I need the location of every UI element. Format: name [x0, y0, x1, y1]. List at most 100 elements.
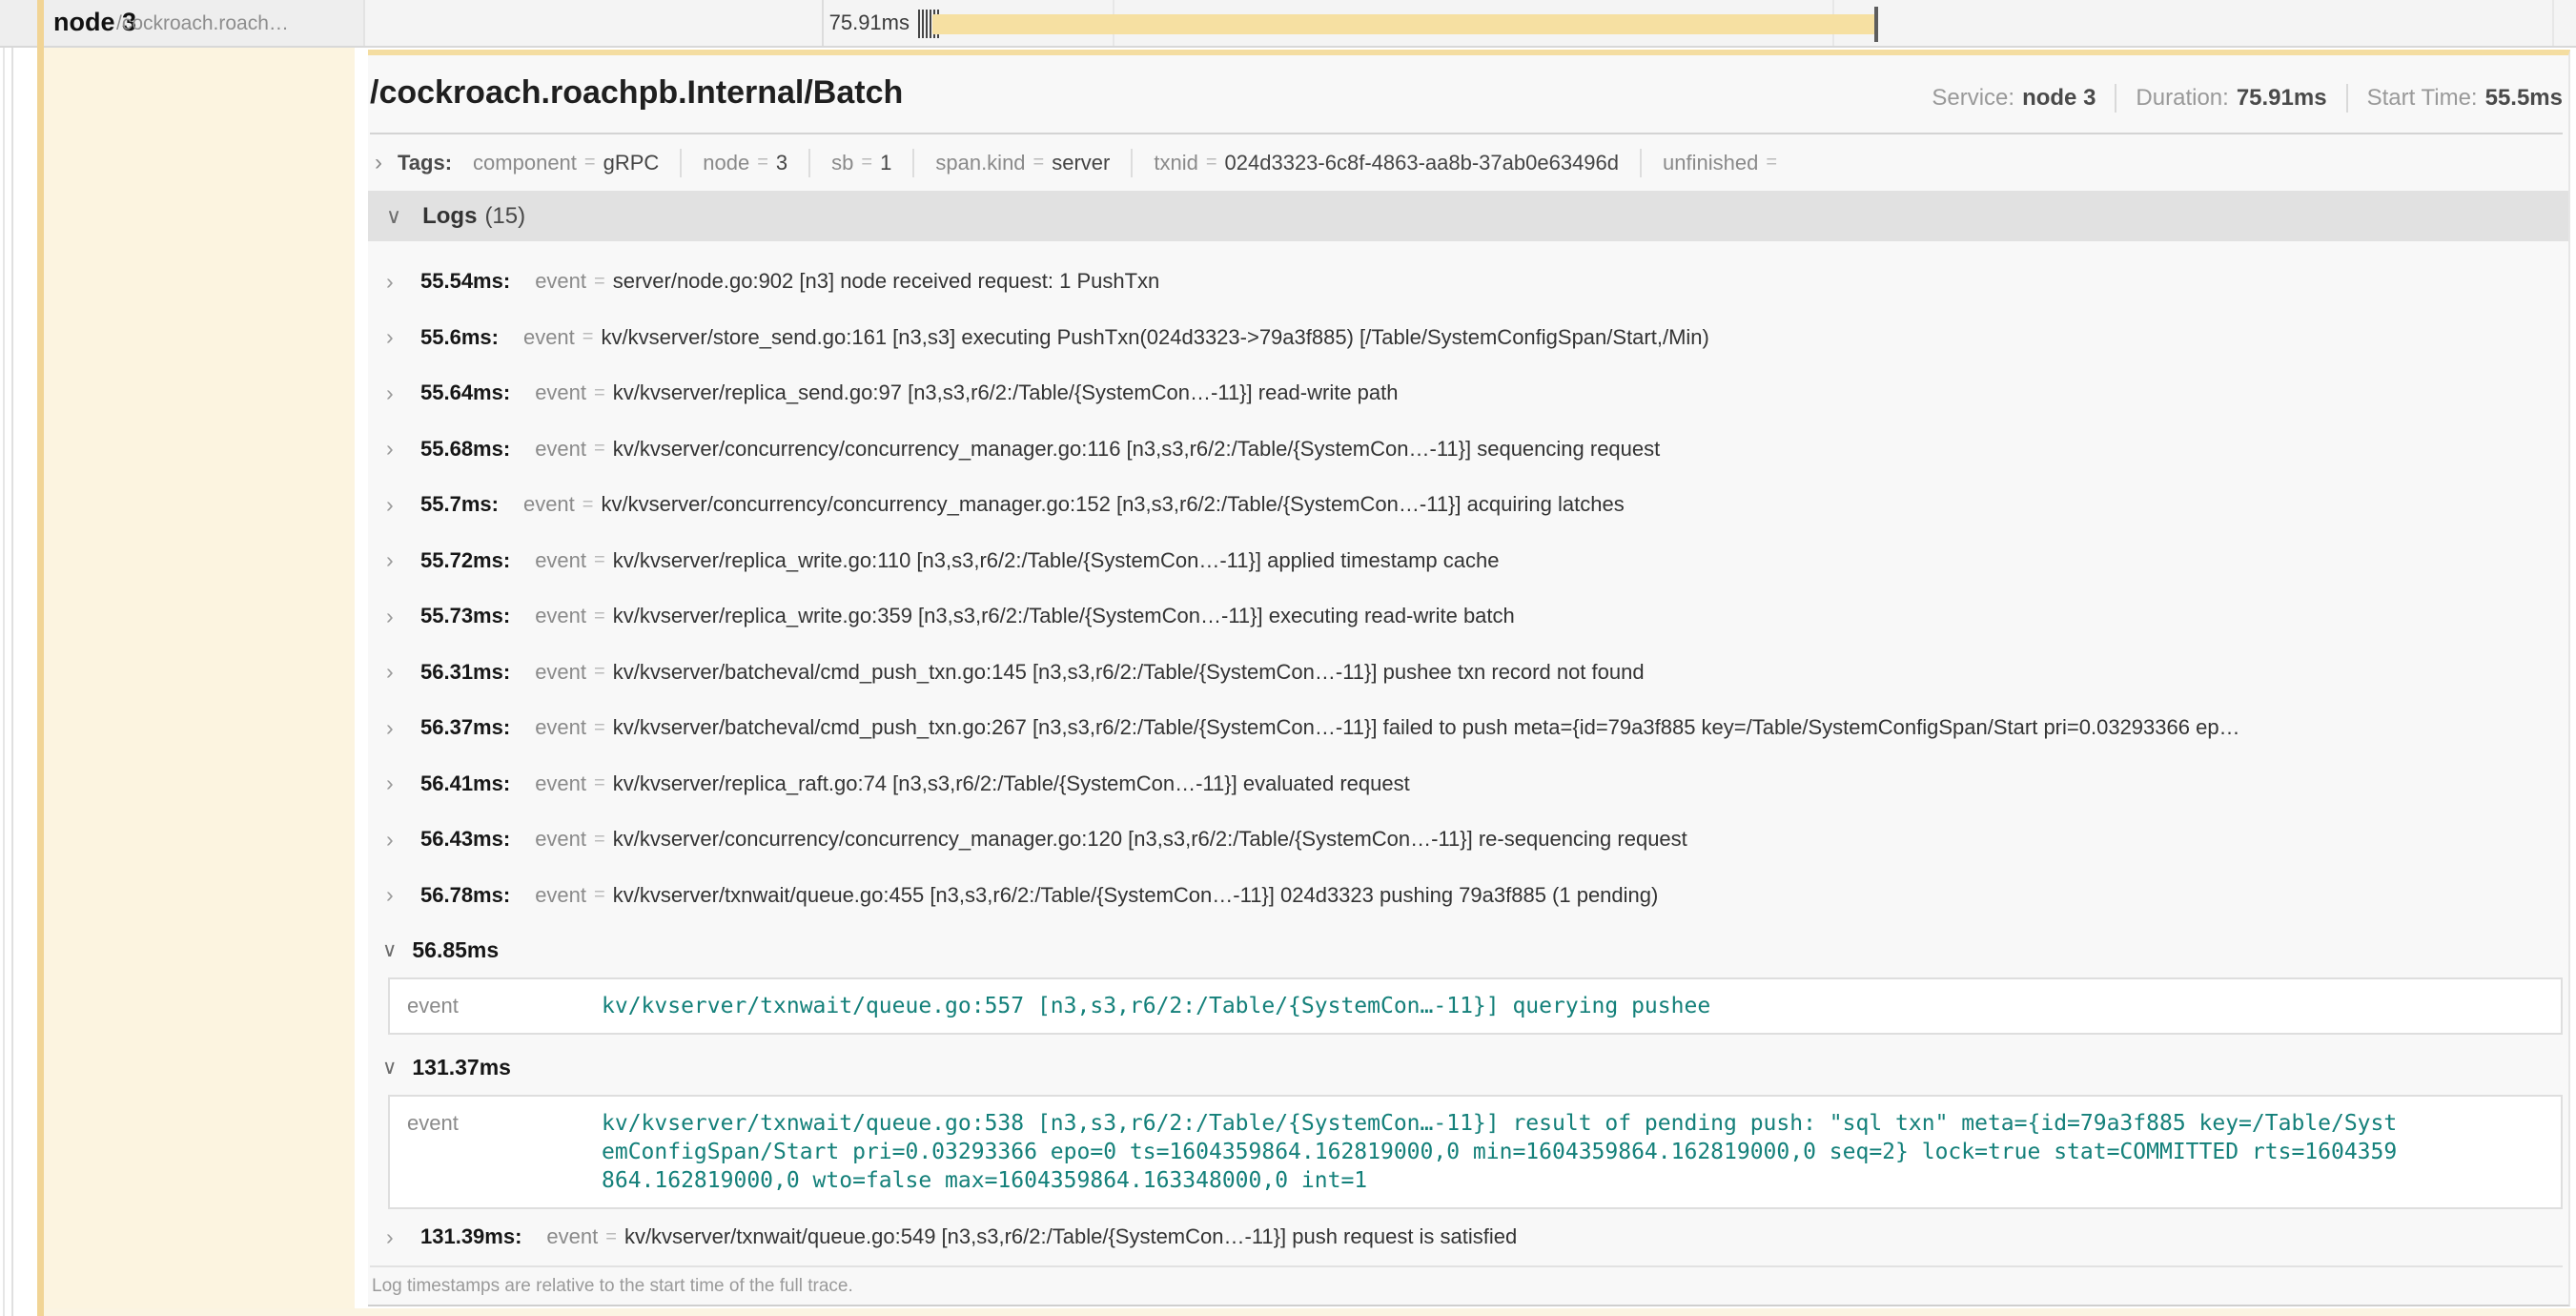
- equals-sign: =: [583, 494, 594, 516]
- duration-label: Duration:: [2136, 85, 2228, 112]
- span-overview: Service: node 3 Duration: 75.91ms Start …: [1932, 84, 2563, 113]
- next-row-edge: [44, 1308, 2576, 1316]
- tag-key: component: [473, 151, 577, 175]
- tags-accordian[interactable]: › Tags: component = gRPC node = 3 sb = 1…: [368, 134, 2568, 191]
- tag-key: txnid: [1154, 151, 1197, 175]
- equals-sign: =: [594, 271, 605, 293]
- log-row[interactable]: › 55.73ms: event = kv/kvserver/replica_w…: [368, 588, 2568, 645]
- log-row-expanded-header[interactable]: ∨ 131.37ms: [368, 1040, 2568, 1095]
- log-key: event: [523, 325, 575, 350]
- tag-key: span.kind: [935, 151, 1025, 175]
- log-row[interactable]: › 56.78ms: event = kv/kvserver/txnwait/q…: [368, 868, 2568, 924]
- log-row[interactable]: › 131.39ms: event = kv/kvserver/txnwait/…: [368, 1209, 2568, 1265]
- log-row[interactable]: › 55.6ms: event = kv/kvserver/store_send…: [368, 310, 2568, 366]
- chevron-right-icon[interactable]: ›: [375, 150, 382, 176]
- column-resizer[interactable]: [822, 0, 824, 46]
- log-row[interactable]: › 56.37ms: event = kv/kvserver/batcheval…: [368, 700, 2568, 756]
- divider: [808, 149, 810, 177]
- chevron-right-icon[interactable]: ›: [386, 715, 399, 741]
- log-key: event: [535, 437, 586, 462]
- chevron-right-icon[interactable]: ›: [386, 547, 399, 573]
- log-row[interactable]: › 55.54ms: event = server/node.go:902 [n…: [368, 254, 2568, 310]
- tree-guide-line: [3, 48, 5, 1316]
- log-timestamp: 131.39ms:: [420, 1224, 521, 1249]
- log-key: event: [546, 1224, 598, 1249]
- timeline-gridline: [2552, 0, 2554, 46]
- chevron-right-icon[interactable]: ›: [386, 269, 399, 295]
- log-row[interactable]: › 55.7ms: event = kv/kvserver/concurrenc…: [368, 477, 2568, 533]
- log-value: kv/kvserver/concurrency/concurrency_mana…: [613, 437, 1661, 462]
- log-row[interactable]: › 56.43ms: event = kv/kvserver/concurren…: [368, 812, 2568, 868]
- span-detail-header: /cockroach.roachpb.Internal/Batch Servic…: [370, 55, 2563, 134]
- chevron-right-icon[interactable]: ›: [386, 380, 399, 406]
- log-key: event: [535, 660, 586, 685]
- equals-sign: =: [861, 152, 872, 174]
- log-timestamp: 55.7ms:: [420, 492, 499, 517]
- divider: [912, 149, 914, 177]
- tag-item: span.kind = server: [935, 151, 1110, 175]
- tag-value: 024d3323-6c8f-4863-aa8b-37ab0e63496d: [1225, 151, 1619, 175]
- log-timestamp: 55.6ms:: [420, 325, 499, 350]
- equals-sign: =: [1033, 152, 1045, 174]
- tag-item: txnid = 024d3323-6c8f-4863-aa8b-37ab0e63…: [1154, 151, 1619, 175]
- log-timestamp: 55.54ms:: [420, 269, 510, 294]
- log-timestamp: 56.31ms:: [420, 660, 510, 685]
- log-timestamp: 56.37ms:: [420, 715, 510, 740]
- chevron-right-icon[interactable]: ›: [386, 324, 399, 350]
- chevron-right-icon[interactable]: ›: [386, 436, 399, 462]
- equals-sign: =: [1766, 152, 1777, 174]
- logs-accordian-header[interactable]: ∨ Logs (15): [368, 191, 2568, 241]
- log-timestamp: 56.78ms:: [420, 883, 510, 908]
- tag-value: gRPC: [603, 151, 660, 175]
- equals-sign: =: [594, 438, 605, 460]
- log-value-monospace[interactable]: kv/kvserver/txnwait/queue.go:538 [n3,s3,…: [602, 1109, 2397, 1195]
- chevron-right-icon[interactable]: ›: [386, 771, 399, 796]
- equals-sign: =: [594, 772, 605, 794]
- tag-item: component = gRPC: [473, 151, 659, 175]
- start-time-value: 55.5ms: [2485, 85, 2563, 112]
- logs-footer-note: Log timestamps are relative to the start…: [370, 1265, 2563, 1297]
- log-value: kv/kvserver/batcheval/cmd_push_txn.go:14…: [613, 660, 1645, 685]
- log-value: kv/kvserver/txnwait/queue.go:549 [n3,s3,…: [624, 1224, 1517, 1249]
- log-value-monospace[interactable]: kv/kvserver/txnwait/queue.go:557 [n3,s3,…: [602, 992, 1710, 1020]
- log-key: event: [535, 548, 586, 573]
- log-row[interactable]: › 55.64ms: event = kv/kvserver/replica_s…: [368, 365, 2568, 422]
- span-detail-panel: /cockroach.roachpb.Internal/Batch Servic…: [368, 50, 2570, 1306]
- divider: [2115, 84, 2116, 113]
- chevron-right-icon[interactable]: ›: [386, 492, 399, 518]
- equals-sign: =: [594, 382, 605, 404]
- chevron-down-icon[interactable]: ∨: [382, 1056, 397, 1080]
- log-timestamp: 55.64ms:: [420, 380, 510, 405]
- divider: [1640, 149, 1642, 177]
- chevron-right-icon[interactable]: ›: [386, 604, 399, 629]
- log-row[interactable]: › 55.72ms: event = kv/kvserver/replica_w…: [368, 533, 2568, 589]
- log-key: event: [535, 269, 586, 294]
- equals-sign: =: [594, 829, 605, 851]
- chevron-right-icon[interactable]: ›: [386, 1224, 399, 1250]
- chevron-down-icon[interactable]: ∨: [386, 204, 401, 229]
- tag-key: node: [703, 151, 749, 175]
- log-timestamp: 56.41ms:: [420, 771, 510, 796]
- log-row-expanded-header[interactable]: ∨ 56.85ms: [368, 923, 2568, 977]
- equals-sign: =: [757, 152, 768, 174]
- equals-sign: =: [605, 1226, 617, 1248]
- log-key: event: [407, 1109, 602, 1195]
- divider: [680, 149, 682, 177]
- span-operation-name[interactable]: /cockroach.roach…: [116, 12, 289, 35]
- chevron-right-icon[interactable]: ›: [386, 659, 399, 685]
- log-row[interactable]: › 56.41ms: event = kv/kvserver/replica_r…: [368, 756, 2568, 812]
- log-value: kv/kvserver/replica_raft.go:74 [n3,s3,r6…: [613, 771, 1410, 796]
- trace-timeline-view: ∨ node 3 /cockroach.roach… 75.91ms /cock…: [0, 0, 2576, 1316]
- log-row[interactable]: › 55.68ms: event = kv/kvserver/concurren…: [368, 422, 2568, 478]
- chevron-right-icon[interactable]: ›: [386, 827, 399, 853]
- span-duration-bar[interactable]: [932, 14, 1876, 34]
- log-detail-table: event kv/kvserver/txnwait/queue.go:557 […: [388, 977, 2563, 1035]
- tag-value: 1: [880, 151, 891, 175]
- chevron-right-icon[interactable]: ›: [386, 882, 399, 908]
- span-color-bar: [37, 0, 44, 1316]
- log-tick-mark-end: [1874, 7, 1878, 42]
- logs-list: › 55.54ms: event = server/node.go:902 [n…: [368, 241, 2568, 1297]
- chevron-down-icon[interactable]: ∨: [382, 938, 397, 962]
- log-detail-table: event kv/kvserver/txnwait/queue.go:538 […: [388, 1095, 2563, 1209]
- log-row[interactable]: › 56.31ms: event = kv/kvserver/batcheval…: [368, 645, 2568, 701]
